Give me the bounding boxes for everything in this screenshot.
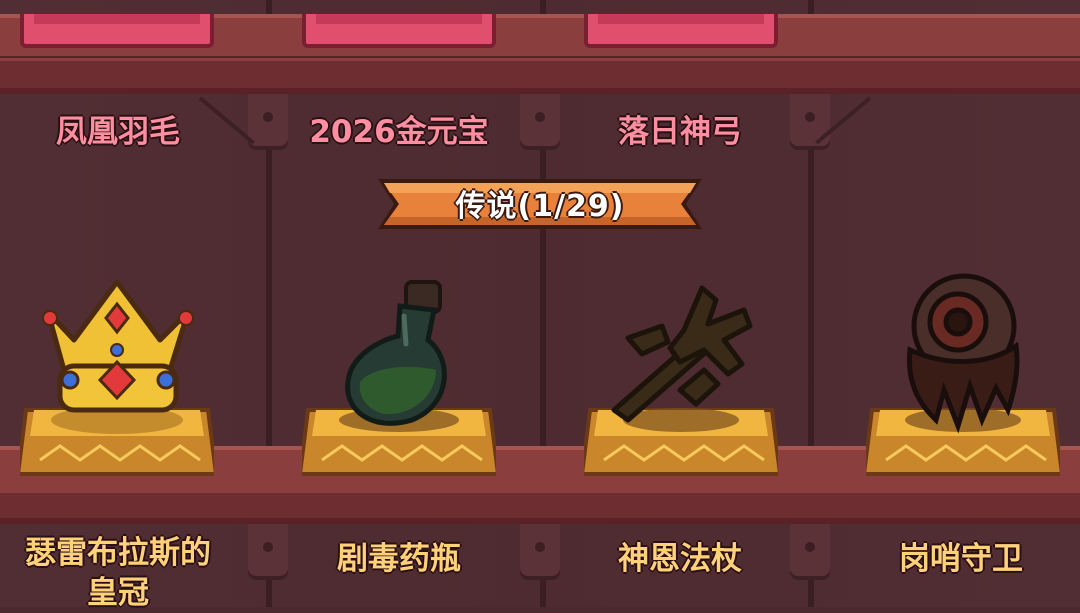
legendary-section-header: 传说(1/29) — [378, 173, 702, 235]
item-name-phoenix-feather[interactable]: 凤凰羽毛 — [0, 106, 253, 151]
shelf-front — [0, 58, 1080, 94]
item-name-gold-ingot[interactable]: 2026金元宝 — [264, 106, 534, 151]
item-name-staff[interactable]: 神恩法杖 — [545, 533, 815, 578]
item-name-sentinel[interactable]: 岗哨守卫 — [826, 533, 1080, 578]
item-slot-eyeball[interactable] — [861, 270, 1065, 484]
item-slot-crown[interactable] — [15, 270, 219, 484]
eyeball-icon — [906, 273, 1020, 434]
pedestal — [302, 14, 496, 48]
poison-bottle-icon — [345, 280, 447, 426]
item-slot-poison-bottle[interactable] — [297, 270, 501, 484]
staff-icon — [611, 285, 753, 423]
item-name-line: 皇冠 — [87, 575, 149, 611]
pedestal — [584, 14, 778, 48]
legendary-count-label: 传说(1/29) — [455, 189, 625, 224]
shelf-front — [0, 490, 1080, 524]
item-name-poison-bottle[interactable]: 剧毒药瓶 — [264, 533, 534, 578]
crown-icon — [42, 279, 194, 413]
item-name-sunset-bow[interactable]: 落日神弓 — [545, 106, 815, 151]
pedestal — [20, 14, 214, 48]
item-name-line: 瑟雷布拉斯的 — [25, 535, 211, 571]
item-slot-staff[interactable] — [579, 270, 783, 484]
item-name-crown[interactable]: 瑟雷布拉斯的 皇冠 — [0, 533, 253, 613]
